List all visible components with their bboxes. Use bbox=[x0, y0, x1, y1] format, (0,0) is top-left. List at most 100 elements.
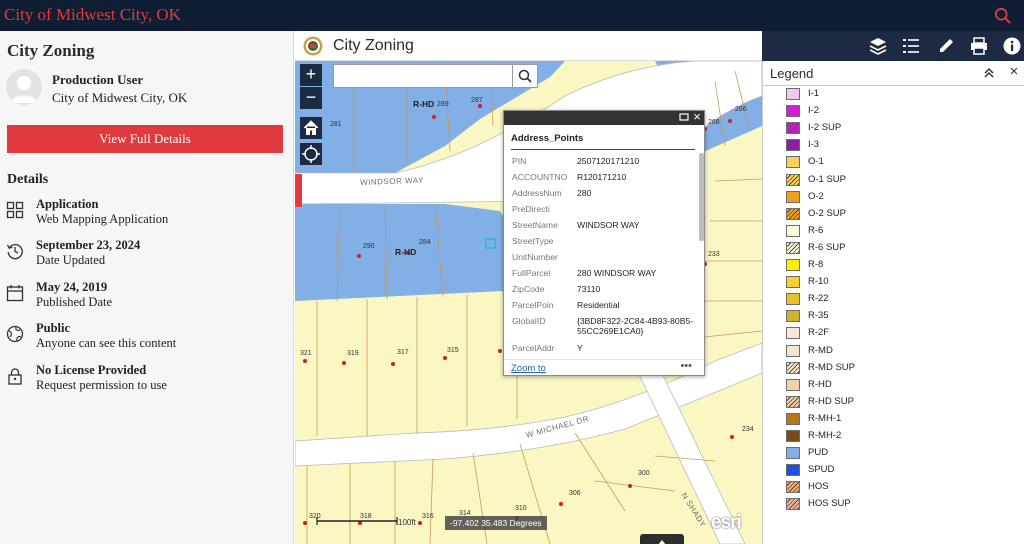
popup-field-key: ACCOUNTNO bbox=[512, 172, 568, 182]
popup-field-value: WINDSOR WAY bbox=[577, 220, 640, 230]
popup-titlebar: × bbox=[504, 110, 704, 125]
legend-label: O-1 bbox=[808, 156, 824, 168]
zoom-to-link[interactable]: Zoom to bbox=[511, 363, 546, 374]
more-actions-button[interactable]: ••• bbox=[680, 360, 692, 372]
parcel-number-label: 268 bbox=[708, 119, 720, 126]
map-view[interactable]: WINDSOR WAY W MICHAEL DR N SHADY R-HD R-HD 28… bbox=[295, 61, 762, 544]
detail-published-date: May 24, 2019 Published Date bbox=[0, 280, 290, 316]
popup-field-key: PreDirecti bbox=[512, 204, 550, 214]
locate-button[interactable] bbox=[300, 143, 322, 165]
map-search-input[interactable] bbox=[333, 64, 513, 88]
legend-label: R-MD bbox=[808, 344, 833, 356]
legend-swatch bbox=[786, 224, 800, 237]
legend-label: O-2 SUP bbox=[808, 207, 847, 219]
info-icon[interactable] bbox=[1002, 36, 1022, 56]
legend-swatch bbox=[786, 481, 800, 494]
attribute-table-toggle[interactable] bbox=[640, 534, 684, 544]
home-icon bbox=[303, 120, 319, 135]
popup-field-key: FullParcel bbox=[512, 268, 551, 278]
history-icon bbox=[6, 244, 23, 260]
legend-label: I-1 bbox=[808, 88, 820, 99]
panel-toggle-tab[interactable] bbox=[295, 174, 302, 207]
avatar bbox=[6, 69, 42, 105]
detail-item-type: Application Web Mapping Application bbox=[0, 197, 290, 233]
zoom-in-button[interactable]: + bbox=[300, 64, 322, 86]
legend-list[interactable]: I-1 I-2 I-2 SUP I-3 O-1 O-1 SUP O-2 O-2 SUP R-6 R… bbox=[763, 86, 1024, 544]
legend-item: I-3 bbox=[786, 138, 1006, 152]
site-title[interactable]: City of Midwest City, OK bbox=[4, 5, 181, 25]
popup-scrollbar[interactable] bbox=[699, 153, 704, 241]
legend-label: I-2 bbox=[808, 105, 820, 117]
maximize-icon[interactable] bbox=[678, 111, 690, 123]
legend-title: Legend bbox=[770, 66, 814, 81]
legend-item: O-2 bbox=[786, 190, 1006, 204]
popup-field-value: Y bbox=[577, 343, 583, 353]
legend-icon[interactable] bbox=[901, 36, 921, 56]
legend-item: O-2 SUP bbox=[786, 207, 1006, 221]
legend-label: I-3 bbox=[808, 139, 820, 151]
legend-label: HOS SUP bbox=[808, 498, 851, 510]
legend-swatch bbox=[786, 122, 800, 135]
map-search-button[interactable] bbox=[513, 64, 538, 88]
legend-item: R-35 bbox=[786, 309, 1006, 323]
scale-label: 100ft bbox=[398, 518, 416, 527]
popup-field-key: PIN bbox=[512, 156, 527, 166]
legend-label: I-2 SUP bbox=[808, 122, 842, 134]
popup-field-value: Residential bbox=[577, 300, 620, 310]
parcel-number-label: 321 bbox=[300, 350, 312, 357]
zoom-out-button[interactable]: − bbox=[300, 87, 322, 109]
lock-icon bbox=[8, 368, 22, 385]
legend-label: R-6 SUP bbox=[808, 241, 846, 253]
popup-attributes: PIN 2507120171210 ACCOUNTNO R120171210 Addre… bbox=[504, 153, 700, 355]
parcel-number-label: 287 bbox=[471, 97, 483, 104]
legend-label: R-10 bbox=[808, 276, 829, 288]
legend-swatch bbox=[786, 207, 800, 220]
close-icon[interactable]: × bbox=[1007, 63, 1021, 81]
legend-swatch bbox=[786, 241, 800, 254]
detail-title: Application bbox=[36, 197, 99, 211]
detail-title: No License Provided bbox=[36, 363, 147, 377]
print-icon[interactable] bbox=[969, 36, 989, 56]
layers-icon[interactable] bbox=[868, 36, 888, 56]
search-icon[interactable] bbox=[994, 7, 1012, 25]
legend-item: O-1 bbox=[786, 155, 1006, 169]
legend-swatch bbox=[786, 464, 800, 477]
parcel-number-label: 290 bbox=[363, 243, 375, 250]
parcel-number-label: 289 bbox=[437, 101, 449, 108]
legend-swatch bbox=[786, 276, 800, 289]
view-full-details-button[interactable]: View Full Details bbox=[7, 125, 283, 153]
legend-item: O-1 SUP bbox=[786, 173, 1006, 187]
parcel-number-label: 233 bbox=[708, 251, 720, 258]
calendar-icon bbox=[6, 285, 24, 302]
user-name: Production User bbox=[52, 72, 144, 87]
legend-item: I-2 SUP bbox=[786, 121, 1006, 135]
draw-icon[interactable] bbox=[936, 36, 956, 56]
collapse-icon[interactable] bbox=[982, 66, 996, 80]
home-button[interactable] bbox=[300, 117, 322, 139]
coordinates-readout: -97.402 35.483 Degrees bbox=[445, 516, 547, 530]
legend-swatch bbox=[786, 139, 800, 152]
legend-swatch bbox=[786, 173, 800, 186]
detail-subtitle: Web Mapping Application bbox=[36, 212, 169, 226]
legend-item: R-MH-2 bbox=[786, 429, 1006, 443]
legend-swatch bbox=[786, 430, 800, 442]
legend-label: O-2 bbox=[808, 190, 824, 202]
detail-subtitle: Anyone can see this content bbox=[36, 336, 177, 350]
popup-field-key: UnitNumber bbox=[512, 252, 558, 262]
legend-label: PUD bbox=[808, 447, 829, 459]
legend-swatch bbox=[786, 327, 800, 340]
detail-subtitle: Request permission to use bbox=[36, 378, 167, 392]
close-icon[interactable]: × bbox=[691, 110, 703, 124]
parcel-number-label: 319 bbox=[347, 350, 359, 357]
legend-swatch bbox=[786, 105, 800, 118]
legend-swatch bbox=[786, 88, 800, 100]
search-icon bbox=[518, 69, 532, 83]
city-seal-icon bbox=[303, 36, 323, 56]
legend-item: R-MH-1 bbox=[786, 412, 1006, 426]
legend-panel: Legend × I-1 I-2 I-2 SUP I-3 O-1 O-1 SUP O-2 O-… bbox=[762, 61, 1024, 544]
popup-field-key: AddressNum bbox=[512, 188, 562, 198]
legend-item: R-2F bbox=[786, 326, 1006, 340]
detail-subtitle: Published Date bbox=[36, 295, 113, 309]
crosshair-icon bbox=[302, 145, 320, 163]
popup-field-value: R120171210 bbox=[577, 172, 627, 182]
